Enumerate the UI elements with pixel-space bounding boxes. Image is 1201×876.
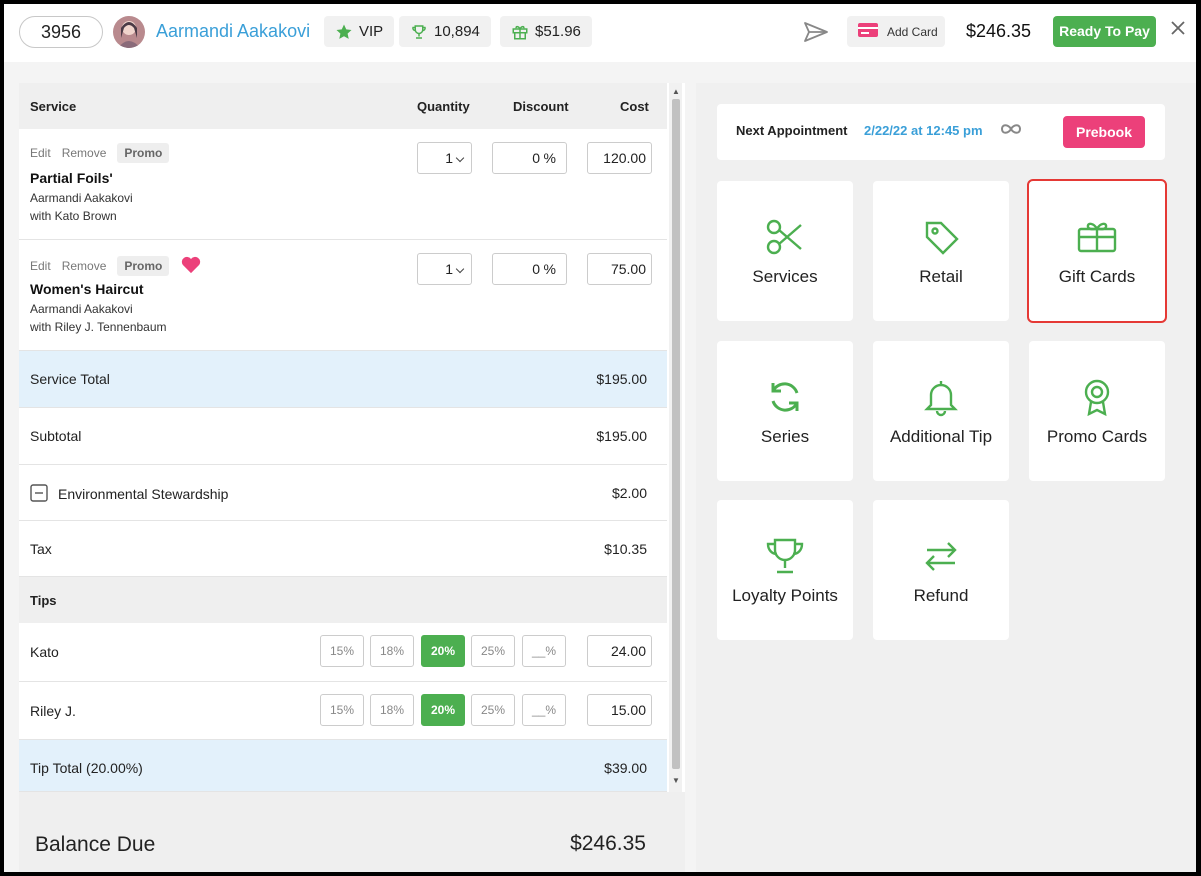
services-table-header: Service Quantity Discount Cost [19,83,667,129]
tip-option-25[interactable]: 25% [471,694,515,726]
header-total: $246.35 [966,21,1032,41]
vip-badge: VIP [324,16,395,47]
tile-series[interactable]: Series [717,341,853,481]
tile-services[interactable]: Services [717,181,853,321]
service-name: Women's Haircut [30,281,144,297]
scroll-up-arrow-icon[interactable]: ▲ [672,87,680,96]
remove-link[interactable]: Remove [62,259,107,273]
tips-header: Tips [19,577,667,623]
tip-staff-name: Kato [30,644,59,660]
send-icon[interactable] [803,21,829,48]
gift-icon [511,23,529,41]
tip-option-custom[interactable]: __% [522,635,566,667]
discount-input[interactable]: 0 % [492,253,567,285]
tip-amount-input[interactable]: 24.00 [587,635,652,667]
scroll-down-arrow-icon[interactable]: ▼ [672,776,680,785]
tag-icon [921,217,961,262]
service-staff: with Riley J. Tennenbaum [30,320,167,334]
badge-icon [1077,377,1117,422]
service-total-row: Service Total $195.00 [19,351,667,408]
collapse-icon[interactable] [30,484,48,505]
tip-option-15[interactable]: 15% [320,635,364,667]
edit-link[interactable]: Edit [30,146,51,160]
bell-icon [921,377,961,422]
tile-promo-cards[interactable]: Promo Cards [1029,341,1165,481]
tip-row: Riley J. 15% 18% 20% 25% __% 15.00 [19,682,667,740]
prebook-button[interactable]: Prebook [1063,116,1145,148]
tip-staff-name: Riley J. [30,703,76,719]
star-icon [335,23,353,41]
loyalty-points-badge: 10,894 [399,16,491,47]
tile-retail[interactable]: Retail [873,181,1009,321]
client-avatar[interactable] [113,16,145,48]
refresh-icon [765,377,805,422]
tile-loyalty-points[interactable]: Loyalty Points [717,500,853,640]
next-appointment-card: Next Appointment 2/22/22 at 12:45 pm Pre… [717,104,1165,160]
tile-gift-cards[interactable]: Gift Cards [1027,179,1167,323]
tile-refund[interactable]: Refund [873,500,1009,640]
tip-option-18[interactable]: 18% [370,694,414,726]
ticket-panel: Service Quantity Discount Cost Edit Remo… [19,83,685,872]
scissors-icon [765,217,805,262]
column-header-cost: Cost [620,99,649,114]
tip-amount-input[interactable]: 15.00 [587,694,652,726]
heart-icon[interactable] [180,254,202,277]
column-header-quantity: Quantity [417,99,470,114]
tip-option-18[interactable]: 18% [370,635,414,667]
quantity-select[interactable]: 1 [417,253,472,285]
service-staff: with Kato Brown [30,209,117,223]
scrollbar-thumb[interactable] [672,99,680,769]
quantity-select[interactable]: 1 [417,142,472,174]
next-appointment-date[interactable]: 2/22/22 at 12:45 pm [864,123,983,138]
balance-due-value: $246.35 [570,832,646,855]
checkout-window: 3956 Aarmandi Aakakovi VIP 10,894 $51.96… [4,4,1196,872]
tax-row: Tax $10.35 [19,521,667,577]
service-client: Aarmandi Aakakovi [30,302,133,316]
credit-card-icon [857,22,879,41]
service-name: Partial Foils' [30,170,113,186]
column-header-discount: Discount [513,99,569,114]
service-row: Edit Remove Promo Partial Foils' Aarmand… [19,129,667,240]
trophy-icon [764,536,806,581]
balance-due-label: Balance Due [35,833,156,856]
remove-link[interactable]: Remove [62,146,107,160]
tip-option-20[interactable]: 20% [421,694,465,726]
subtotal-row: Subtotal $195.00 [19,408,667,465]
discount-input[interactable]: 0 % [492,142,567,174]
tip-row: Kato 15% 18% 20% 25% __% 24.00 [19,623,667,682]
balance-due: Balance Due $246.35 [19,792,685,872]
next-appointment-label: Next Appointment [736,123,848,138]
actions-panel: Next Appointment 2/22/22 at 12:45 pm Pre… [696,83,1196,872]
tip-option-20[interactable]: 20% [421,635,465,667]
tip-option-15[interactable]: 15% [320,694,364,726]
gift-card-icon [1076,217,1118,262]
infinity-icon[interactable] [999,122,1023,141]
edit-link[interactable]: Edit [30,259,51,273]
promo-button[interactable]: Promo [117,143,170,163]
header-bar: 3956 Aarmandi Aakakovi VIP 10,894 $51.96… [4,4,1196,62]
service-row: Edit Remove Promo Women's Haircut Aarman… [19,240,667,351]
trophy-icon [410,23,428,41]
tile-additional-tip[interactable]: Additional Tip [873,341,1009,481]
promo-button[interactable]: Promo [117,255,170,276]
column-header-service: Service [30,99,77,114]
service-client: Aarmandi Aakakovi [30,191,133,205]
environmental-fee-row: Environmental Stewardship $2.00 [19,465,667,521]
cost-input[interactable]: 120.00 [587,142,652,174]
add-card-button[interactable]: Add Card [847,16,945,47]
gift-balance-badge: $51.96 [500,16,592,47]
tip-total-row: Tip Total (20.00%) $39.00 [19,740,667,792]
close-icon[interactable] [1170,20,1186,41]
cost-input[interactable]: 75.00 [587,253,652,285]
client-name-link[interactable]: Aarmandi Aakakovi [156,21,310,42]
swap-arrows-icon [921,536,961,581]
ready-to-pay-button[interactable]: Ready To Pay [1053,16,1156,47]
ticket-number[interactable]: 3956 [19,16,103,48]
tip-option-custom[interactable]: __% [522,694,566,726]
tip-option-25[interactable]: 25% [471,635,515,667]
